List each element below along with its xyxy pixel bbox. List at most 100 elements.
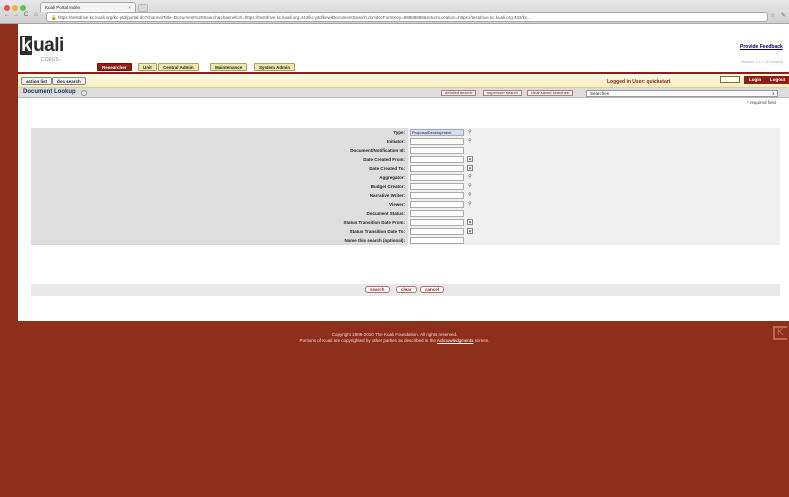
tab-central-admin[interactable]: Central Admin: [158, 63, 199, 71]
kuali-k-mark: K: [773, 326, 787, 340]
field-input[interactable]: [410, 192, 464, 199]
help-icon[interactable]: ?: [81, 90, 87, 96]
clear-button[interactable]: clear: [396, 286, 417, 293]
action-list-button[interactable]: action list: [21, 77, 53, 85]
field-input[interactable]: [410, 165, 464, 172]
form-row: Name this search (optional):: [31, 236, 780, 245]
required-field-note: * required field: [747, 100, 777, 105]
field-label: Narrative Writer:: [31, 191, 408, 200]
search-button[interactable]: search: [365, 286, 390, 293]
field-cell: ⚲: [408, 182, 780, 191]
calendar-icon[interactable]: ▦: [467, 165, 473, 171]
saved-searches-select[interactable]: Searches ⇕: [586, 90, 778, 97]
logout-button[interactable]: Logout: [766, 76, 789, 84]
tab-close-icon[interactable]: ×: [128, 5, 131, 10]
url-text: https://testdrive.kc.kuali.org/kc-ptd/po…: [57, 15, 531, 20]
field-input[interactable]: [410, 219, 464, 226]
provide-feedback-link[interactable]: Provide Feedback: [740, 44, 783, 50]
forward-icon[interactable]: →: [12, 12, 20, 18]
field-label: Date Created To:: [31, 164, 408, 173]
portions-pre: Portions of Kuali are copyrighted by oth…: [299, 338, 436, 343]
form-row: Narrative Writer: ⚲: [31, 191, 780, 200]
login-button[interactable]: Login: [744, 76, 767, 84]
doc-search-button[interactable]: doc search: [52, 77, 86, 85]
field-input[interactable]: [410, 183, 464, 190]
user-toolbar: [18, 74, 789, 88]
field-cell: ProposalDevelopment ⚲: [408, 128, 780, 137]
select-value: Searches: [590, 91, 610, 96]
field-cell: ⚲: [408, 137, 780, 146]
field-input[interactable]: [410, 210, 464, 217]
superuser-search-button[interactable]: superuser search: [483, 90, 522, 96]
browser-tab[interactable]: Kuali Portal Index ×: [40, 2, 136, 12]
form-row: Initiator: ⚲: [31, 137, 780, 146]
bookmark-star-icon[interactable]: ☆: [770, 12, 775, 19]
wrench-icon[interactable]: ✎: [781, 12, 786, 19]
field-label: Type:: [31, 128, 408, 137]
reload-icon[interactable]: C: [22, 12, 30, 18]
field-input[interactable]: [410, 174, 464, 181]
field-input[interactable]: [410, 138, 464, 145]
form-row: Document/Notification Id:: [31, 146, 780, 155]
field-label: Name this search (optional):: [31, 236, 408, 245]
tab-researcher[interactable]: Researcher: [97, 63, 132, 71]
tab-title: Kuali Portal Index: [45, 5, 81, 10]
tab-system-admin[interactable]: System Admin: [254, 63, 296, 71]
acknowledgments-link[interactable]: Acknowledgments: [437, 338, 474, 343]
form-row: Date Created From: ▦: [31, 155, 780, 164]
form-row: Budget Creator: ⚲: [31, 182, 780, 191]
detailed-search-button[interactable]: detailed search: [441, 90, 477, 96]
cancel-button[interactable]: cancel: [420, 286, 445, 293]
lookup-icon[interactable]: ⚲: [467, 138, 473, 144]
back-icon[interactable]: ←: [3, 12, 11, 18]
field-cell: ⚲: [408, 191, 780, 200]
field-label: Status Transition Date To:: [31, 227, 408, 236]
field-cell: ▦: [408, 227, 780, 236]
form-row: Aggregator: ⚲: [31, 173, 780, 182]
address-bar[interactable]: 🔒 https://testdrive.kc.kuali.org/kc-ptd/…: [46, 12, 768, 22]
form-row: Status Transition Date From: ▦: [31, 218, 780, 227]
field-label: Status Transition Date From:: [31, 218, 408, 227]
new-tab-button[interactable]: [138, 4, 148, 12]
field-input[interactable]: [410, 156, 464, 163]
field-input[interactable]: ProposalDevelopment: [410, 129, 464, 136]
field-cell: ▦: [408, 155, 780, 164]
field-cell: ▦: [408, 218, 780, 227]
calendar-icon[interactable]: ▦: [467, 228, 473, 234]
clear-saved-searches-button[interactable]: clear saved searches: [527, 90, 573, 96]
lookup-icon[interactable]: ⚲: [467, 129, 473, 135]
field-cell: [408, 209, 780, 218]
page-title: Document Lookup: [23, 89, 76, 95]
field-label: Document/Notification Id:: [31, 146, 408, 155]
field-cell: ▦: [408, 164, 780, 173]
lookup-icon[interactable]: ⚲: [467, 183, 473, 189]
field-label: Date Created From:: [31, 155, 408, 164]
field-label: Initiator:: [31, 137, 408, 146]
field-input[interactable]: [410, 237, 464, 244]
coeus-subtitle: COEUS ·: [41, 57, 62, 63]
lookup-form: Type: ProposalDevelopment ⚲ Initiator: ⚲ Docu…: [31, 128, 780, 245]
form-row: Viewer: ⚲: [31, 200, 780, 209]
field-input[interactable]: [410, 201, 464, 208]
tab-unit[interactable]: Unit: [138, 63, 157, 71]
field-input[interactable]: [410, 228, 464, 235]
close-window-icon[interactable]: [4, 5, 10, 11]
copyright-text: Copyright 2005-2010 The Kuali Foundation…: [331, 332, 458, 337]
zoom-window-icon[interactable]: [20, 5, 26, 11]
lookup-icon[interactable]: ⚲: [467, 192, 473, 198]
portions-post: screen.: [474, 338, 490, 343]
field-label: Document Status:: [31, 209, 408, 218]
field-input[interactable]: [410, 147, 464, 154]
lock-icon: 🔒: [51, 15, 57, 20]
home-icon[interactable]: ⌂: [32, 12, 40, 18]
form-row: Date Created To: ▦: [31, 164, 780, 173]
form-row: Document Status:: [31, 209, 780, 218]
lookup-icon[interactable]: ⚲: [467, 174, 473, 180]
minimize-window-icon[interactable]: [12, 5, 18, 11]
backdoor-user-input[interactable]: [720, 76, 740, 83]
calendar-icon[interactable]: ▦: [467, 219, 473, 225]
tab-maintenance[interactable]: Maintenance: [210, 63, 248, 71]
chevron-updown-icon: ⇕: [771, 91, 775, 96]
calendar-icon[interactable]: ▦: [467, 156, 473, 162]
lookup-icon[interactable]: ⚲: [467, 201, 473, 207]
